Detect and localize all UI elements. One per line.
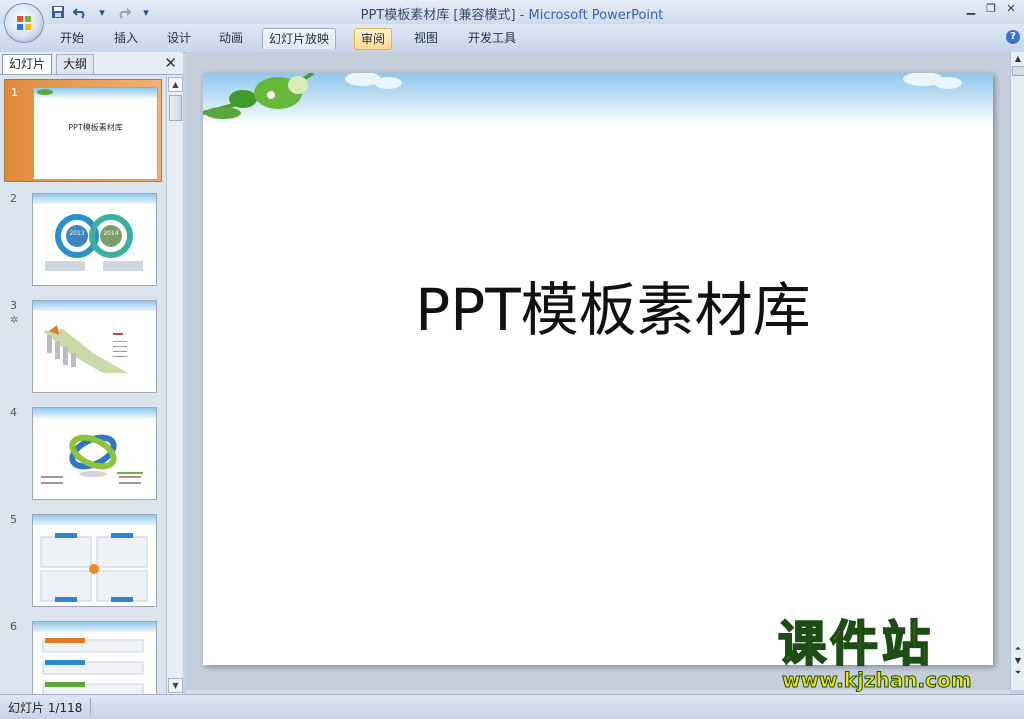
infinity-rings-graphic	[45, 214, 143, 271]
slide-indicator: 幻灯片 1/118	[8, 701, 83, 715]
animation-star-icon: ✲	[10, 315, 19, 326]
slide-editor: PPT模板素材库	[186, 52, 1010, 690]
office-button[interactable]	[4, 3, 44, 43]
help-icon[interactable]: ?	[1006, 30, 1020, 44]
app-name: Microsoft PowerPoint	[528, 8, 664, 23]
slide-thumbnail-image: 2013 2014	[32, 193, 157, 286]
slide-number: 3	[10, 299, 17, 312]
tab-insert[interactable]: 插入	[108, 28, 144, 48]
slides-pane: 幻灯片 大纲 ✕ 1 PPT模板素材库 2 2013 2014 3 ✲ 4 5 …	[0, 52, 183, 694]
restore-icon[interactable]: ❐	[984, 2, 998, 16]
close-pane-icon[interactable]: ✕	[164, 54, 177, 72]
slide-thumbnail-image: PPT模板素材库	[33, 87, 158, 180]
watermark-url: www.kjzhan.com	[782, 668, 973, 693]
slide-number: 5	[10, 513, 17, 526]
scroll-thumb[interactable]	[169, 95, 182, 121]
status-bar: 幻灯片 1/118	[0, 694, 1024, 719]
scroll-up-icon[interactable]: ▲	[168, 77, 183, 92]
watermark-logo: 课件站 www.kjzhan.com	[777, 616, 1008, 693]
swirl-graphic	[41, 434, 143, 484]
ribbon-tabs: 开始 插入 设计 动画 幻灯片放映 审阅 视图 开发工具 ?	[0, 24, 1024, 53]
slide-scrollbar[interactable]: ▲ ⏶ ▼ ⏷	[1010, 52, 1024, 690]
slide-number: 1	[11, 86, 18, 99]
tab-home[interactable]: 开始	[54, 28, 90, 48]
list-bars-graphic	[42, 638, 144, 694]
quadrant-graphic	[40, 533, 148, 602]
tab-animation[interactable]: 动画	[213, 28, 249, 48]
leaf-decoration	[203, 73, 962, 119]
slide-number: 4	[10, 406, 17, 419]
slide-thumbnail-image	[32, 407, 157, 500]
tab-outline[interactable]: 大纲	[56, 54, 95, 74]
scroll-thumb[interactable]	[1012, 66, 1024, 76]
title-separator: -	[515, 8, 529, 23]
previous-slide-icon[interactable]: ⏶	[1012, 644, 1024, 654]
status-divider	[90, 698, 91, 715]
tab-slideshow[interactable]: 幻灯片放映	[262, 28, 337, 49]
tab-view[interactable]: 视图	[408, 28, 444, 48]
slide-thumbnail-image	[32, 300, 157, 393]
title-bar: ▾ ▾ PPT模板素材库 [兼容模式] - Microsoft PowerPoi…	[0, 0, 1024, 24]
scroll-down-icon[interactable]: ▼	[168, 678, 183, 693]
slide-thumbnail-6[interactable]: 6	[4, 614, 160, 694]
scroll-up-icon[interactable]: ▲	[1012, 54, 1024, 64]
window-controls: ▁ ❐ ✕	[964, 2, 1018, 16]
slide-thumbnail-2[interactable]: 2 2013 2014	[4, 186, 160, 287]
slide-thumbnail-4[interactable]: 4	[4, 400, 160, 501]
tab-design[interactable]: 设计	[161, 28, 197, 48]
tab-developer[interactable]: 开发工具	[462, 28, 522, 48]
slide-thumbnail-3[interactable]: 3 ✲	[4, 293, 160, 394]
thumbnail-scrollbar[interactable]: ▲ ▼	[166, 75, 183, 694]
thumb-leaf-decoration	[37, 89, 53, 95]
next-slide-icon[interactable]: ⏷	[1012, 668, 1024, 678]
watermark-title: 课件站	[777, 616, 935, 672]
slide-number: 2	[10, 192, 17, 205]
close-icon[interactable]: ✕	[1004, 2, 1018, 16]
tab-review[interactable]: 审阅	[354, 28, 393, 50]
thumbnail-list: 1 PPT模板素材库 2 2013 2014 3 ✲ 4 5 6	[0, 75, 165, 694]
slide-thumbnail-image	[32, 621, 157, 694]
document-title: PPT模板素材库 [兼容模式]	[360, 8, 516, 23]
pane-tabs: 幻灯片 大纲 ✕	[0, 52, 183, 75]
slide-thumbnail-image	[32, 514, 157, 607]
thumb-title: PPT模板素材库	[68, 123, 123, 132]
year-label: 2013	[69, 230, 85, 237]
tab-slides[interactable]: 幻灯片	[2, 54, 53, 74]
window-title: PPT模板素材库 [兼容模式] - Microsoft PowerPoint	[0, 4, 1024, 23]
minimize-icon[interactable]: ▁	[964, 2, 978, 16]
slide-number: 6	[10, 620, 17, 633]
slide-thumbnail-1[interactable]: 1 PPT模板素材库	[4, 79, 162, 182]
current-slide[interactable]: PPT模板素材库	[203, 73, 993, 665]
slide-title[interactable]: PPT模板素材库	[203, 263, 993, 347]
scroll-down-icon[interactable]: ▼	[1012, 656, 1024, 666]
staircase-graphic	[43, 325, 128, 373]
office-logo-icon	[17, 16, 31, 30]
year-label: 2014	[103, 230, 119, 237]
slide-thumbnail-5[interactable]: 5	[4, 507, 160, 608]
